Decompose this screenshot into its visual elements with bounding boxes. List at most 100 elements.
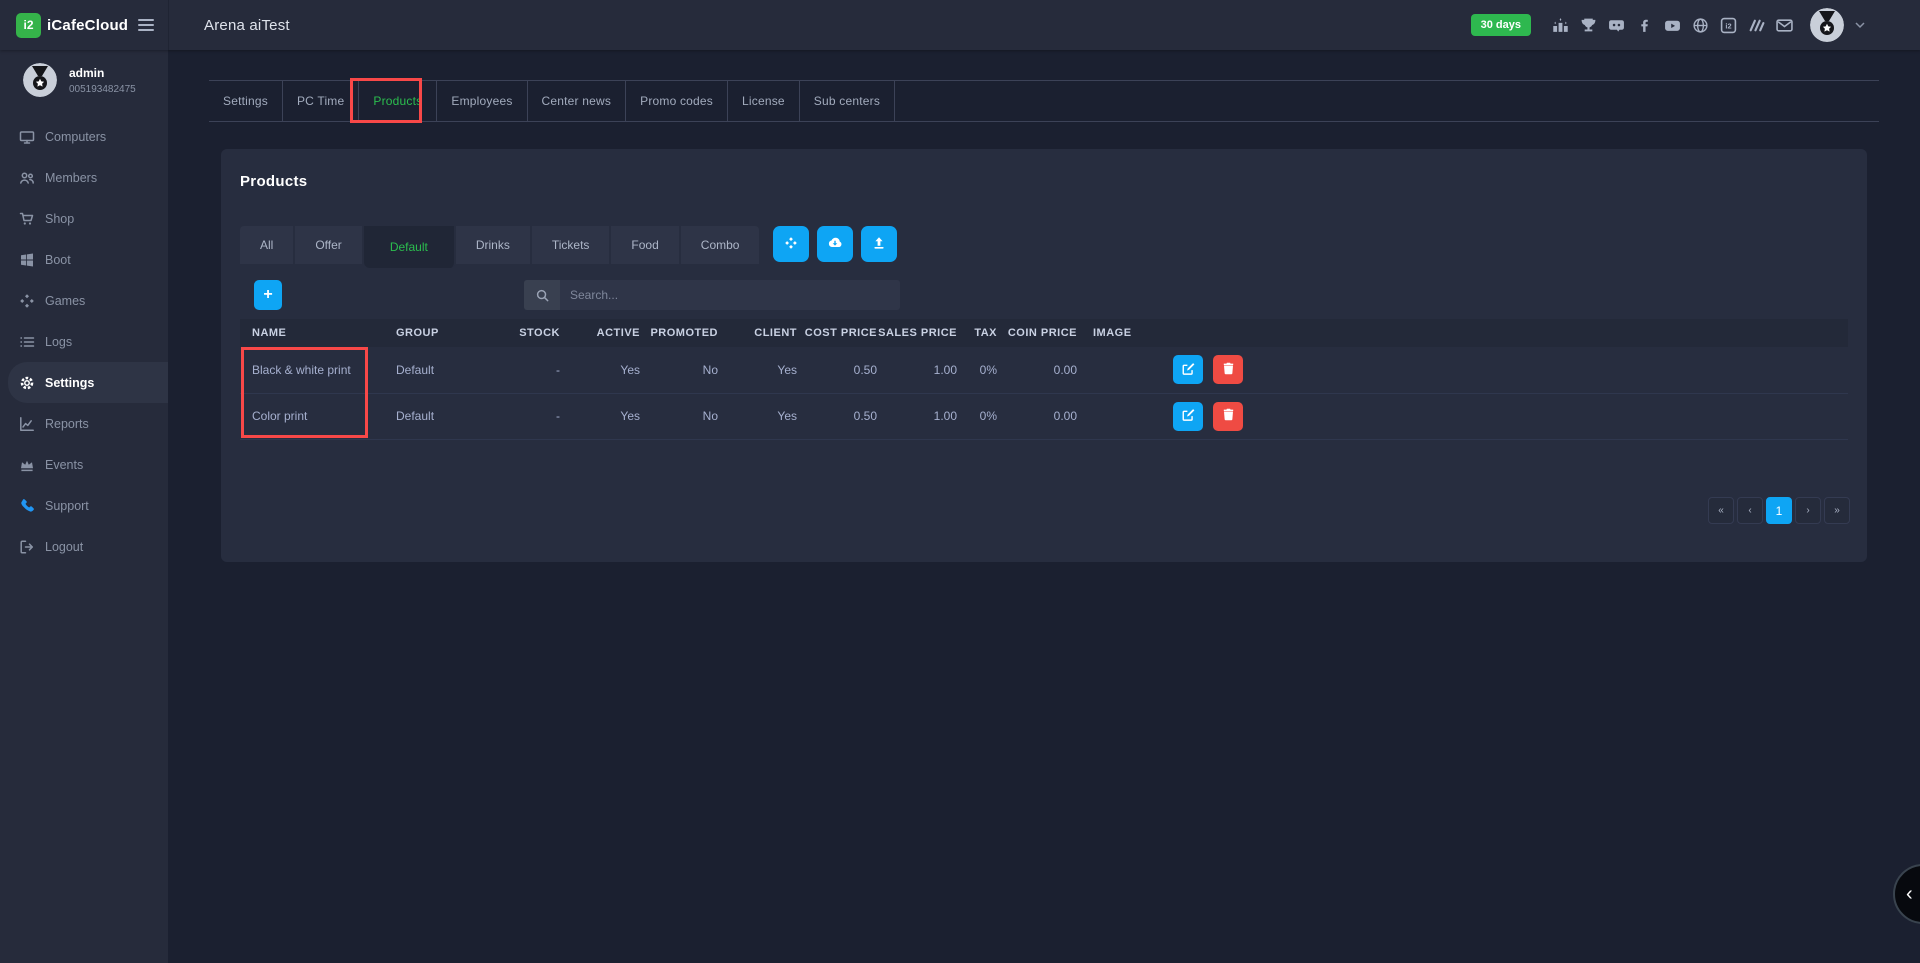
globe-icon[interactable] (1692, 17, 1709, 34)
discord-icon[interactable] (1608, 17, 1625, 34)
cell-promoted: No (640, 347, 718, 393)
tab-license[interactable]: License (728, 81, 800, 121)
sidebar-item-label: Computers (45, 130, 106, 144)
category-tab-all[interactable]: All (240, 226, 295, 264)
cell-sales-price: 1.00 (877, 347, 957, 393)
delete-product-button[interactable] (1213, 355, 1243, 384)
category-label: Default (390, 240, 428, 254)
user-avatar[interactable] (1810, 8, 1844, 42)
sidebar-item-events[interactable]: Events (0, 444, 168, 485)
sidebar-item-support[interactable]: Support (0, 485, 168, 526)
tab-sub-centers[interactable]: Sub centers (800, 81, 895, 121)
icafecloud-glyph-icon[interactable]: i2 (1720, 17, 1737, 34)
cell-image (1077, 347, 1152, 393)
col-active: ACTIVE (560, 319, 640, 347)
pagination-prev-button[interactable]: ‹ (1737, 497, 1763, 524)
diamond-grid-icon (783, 235, 799, 254)
topbar-main: Arena aiTest 30 days i2 (168, 0, 1920, 50)
col-sales-price: SALES PRICE (877, 319, 957, 347)
sidebar: admin 005193482475 Computers Members Sho… (0, 50, 168, 963)
tab-label: Center news (542, 94, 612, 108)
manage-groups-button[interactable] (773, 226, 809, 262)
category-label: All (260, 238, 273, 252)
settings-tabbar: Settings PC Time Products Employees Cent… (209, 80, 1879, 122)
sidebar-item-logs[interactable]: Logs (0, 321, 168, 362)
tab-center-news[interactable]: Center news (528, 81, 627, 121)
crown-icon (19, 457, 35, 473)
sidebar-item-label: Boot (45, 253, 71, 267)
sidebar-item-reports[interactable]: Reports (0, 403, 168, 444)
sidebar-nav: Computers Members Shop Boot Games (0, 116, 168, 567)
computers-icon (19, 129, 35, 145)
sidebar-item-label: Support (45, 499, 89, 513)
category-tab-drinks[interactable]: Drinks (456, 226, 532, 264)
tab-products[interactable]: Products (359, 81, 437, 121)
app-root: i2 iCafeCloud Arena aiTest 30 days i2 (0, 0, 1920, 963)
members-icon (19, 170, 35, 186)
cell-coin-price: 0.00 (997, 393, 1077, 439)
cell-promoted: No (640, 393, 718, 439)
cell-actions (1152, 393, 1848, 439)
cell-active: Yes (560, 347, 640, 393)
mail-icon[interactable] (1776, 17, 1793, 34)
col-promoted: PROMOTED (640, 319, 718, 347)
sidebar-item-boot[interactable]: Boot (0, 239, 168, 280)
sidebar-item-games[interactable]: Games (0, 280, 168, 321)
category-tab-combo[interactable]: Combo (681, 226, 760, 264)
tab-employees[interactable]: Employees (437, 81, 527, 121)
cell-client: Yes (718, 347, 797, 393)
sidebar-user-block: admin 005193482475 (0, 63, 168, 97)
phone-icon (19, 498, 35, 514)
edit-product-button[interactable] (1173, 355, 1203, 384)
cell-group: Default (390, 347, 505, 393)
sidebar-item-computers[interactable]: Computers (0, 116, 168, 157)
delete-product-button[interactable] (1213, 402, 1243, 431)
user-id: 005193482475 (69, 84, 136, 95)
sidebar-item-label: Logout (45, 540, 83, 554)
cell-sales-price: 1.00 (877, 393, 957, 439)
facebook-icon[interactable] (1636, 17, 1653, 34)
category-tab-tickets[interactable]: Tickets (532, 226, 612, 264)
cell-cost-price: 0.50 (797, 347, 877, 393)
col-client: CLIENT (718, 319, 797, 347)
cloud-download-button[interactable] (817, 226, 853, 262)
tab-settings[interactable]: Settings (209, 81, 283, 121)
pagination-next-button[interactable]: › (1795, 497, 1821, 524)
user-name: admin (69, 66, 136, 80)
cell-cost-price: 0.50 (797, 393, 877, 439)
pagination-last-button[interactable]: » (1824, 497, 1850, 524)
tab-pc-time[interactable]: PC Time (283, 81, 359, 121)
pagination-page-1-button[interactable]: 1 (1766, 497, 1792, 524)
sidebar-item-members[interactable]: Members (0, 157, 168, 198)
panel-title: Products (240, 149, 1848, 190)
license-days-badge[interactable]: 30 days (1471, 14, 1531, 36)
col-image: IMAGE (1077, 319, 1152, 347)
cell-stock: - (505, 347, 560, 393)
pagination-first-button[interactable]: « (1708, 497, 1734, 524)
sidebar-item-shop[interactable]: Shop (0, 198, 168, 239)
tab-label: Promo codes (640, 94, 713, 108)
sidebar-item-settings[interactable]: Settings (8, 362, 168, 403)
trophy-icon[interactable] (1580, 17, 1597, 34)
sidebar-avatar[interactable] (23, 63, 57, 97)
sidebar-item-label: Events (45, 458, 83, 472)
hamburger-menu-icon[interactable] (138, 19, 154, 31)
chevron-down-icon[interactable] (1855, 22, 1865, 29)
youtube-icon[interactable] (1664, 17, 1681, 34)
ranking-icon[interactable] (1552, 17, 1569, 34)
edit-product-button[interactable] (1173, 402, 1203, 431)
category-tab-food[interactable]: Food (611, 226, 680, 264)
table-header-row: NAME GROUP STOCK ACTIVE PROMOTED CLIENT … (240, 319, 1848, 347)
shop-cart-icon (19, 211, 35, 227)
upload-button[interactable] (861, 226, 897, 262)
search-input[interactable] (560, 280, 900, 310)
add-product-button[interactable]: + (254, 280, 282, 310)
layers-icon[interactable] (1748, 17, 1765, 34)
category-tab-offer[interactable]: Offer (295, 226, 363, 264)
sidebar-item-logout[interactable]: Logout (0, 526, 168, 567)
brand-name: iCafeCloud (47, 17, 128, 34)
category-tab-default[interactable]: Default (364, 226, 456, 268)
svg-text:i2: i2 (1725, 21, 1731, 30)
tab-promo-codes[interactable]: Promo codes (626, 81, 728, 121)
search-box (524, 280, 900, 310)
